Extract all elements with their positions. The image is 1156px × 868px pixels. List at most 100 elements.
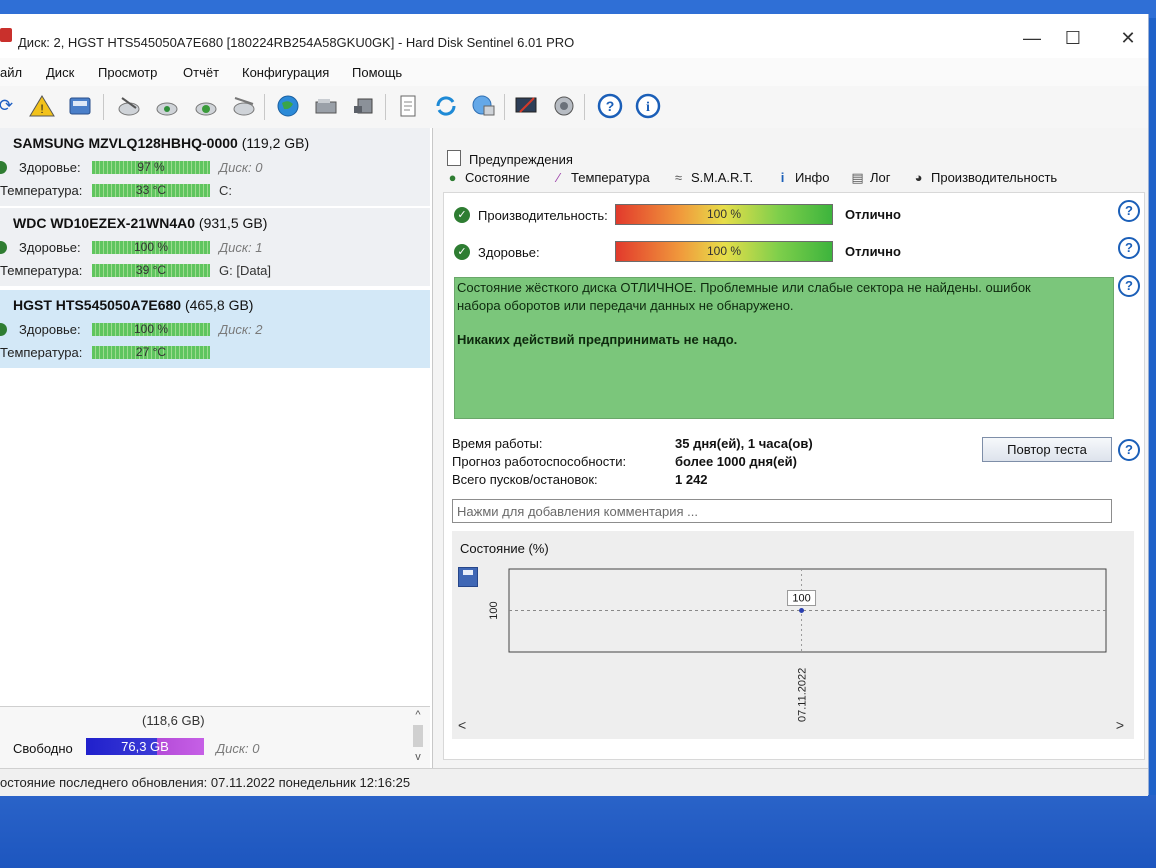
health-ok-icon xyxy=(0,241,7,254)
comment-input[interactable] xyxy=(452,499,1112,523)
chart-plot-area xyxy=(508,568,1107,653)
menu-help[interactable]: Помощь xyxy=(352,65,402,80)
status-message-line1: Состояние жёсткого диска ОТЛИЧНОЕ. Пробл… xyxy=(457,280,1031,295)
tab-info[interactable]: i Инфо xyxy=(775,170,830,185)
tabs-bar: ● Состояние ∕ Температура ≈ S.M.A.R.T. i Инф… xyxy=(445,170,1145,192)
sync-icon[interactable] xyxy=(432,92,460,120)
disk-card-hgst-selected[interactable]: HGST HTS545050A7E680 (465,8 GB) Здоровье… xyxy=(0,290,430,368)
health-label: Здоровье: xyxy=(478,245,540,260)
start-stop-label: Всего пусков/остановок: xyxy=(452,472,598,487)
help-icon[interactable]: ? xyxy=(596,92,624,120)
tab-warnings[interactable]: Предупреждения xyxy=(447,150,573,167)
network-icon[interactable] xyxy=(469,92,497,120)
status-chart: Состояние (%) 100 100 07.11.2022 < > xyxy=(452,531,1134,739)
config-icon[interactable] xyxy=(513,92,541,120)
chart-data-label: 100 xyxy=(792,593,810,605)
health-bar: 100 % xyxy=(92,323,210,336)
scroll-thumb[interactable] xyxy=(413,725,423,747)
health-label: Здоровье: xyxy=(19,322,81,337)
disk-name: HGST HTS545050A7E680 (465,8 GB) xyxy=(13,297,254,313)
scroll-down-icon[interactable]: v xyxy=(410,751,426,763)
drive-2-icon[interactable] xyxy=(350,92,378,120)
scroll-up-icon[interactable]: ^ xyxy=(410,709,426,721)
help-icon[interactable]: ? xyxy=(1118,439,1140,461)
temperature-bar: 33 °C xyxy=(92,184,210,197)
tab-performance[interactable]: ◕ Производительность xyxy=(911,170,1058,185)
drive-icon[interactable] xyxy=(312,92,340,120)
window-title: Диск: 2, HGST HTS545050A7E680 [180224RB2… xyxy=(18,35,575,50)
disk-card-wdc[interactable]: WDC WD10EZEX-21WN4A0 (931,5 GB) Здоровье… xyxy=(0,208,430,286)
tab-temperature[interactable]: ∕ Температура xyxy=(551,170,649,185)
last-update-status: остояние последнего обновления: 07.11.20… xyxy=(0,775,411,790)
report-icon[interactable] xyxy=(394,92,422,120)
chart-plot: 100 100 07.11.2022 xyxy=(488,568,1107,722)
globe-icon[interactable] xyxy=(274,92,302,120)
gauge-icon: ◕ xyxy=(914,170,923,185)
status-message-line2: набора оборотов или передачи данных не о… xyxy=(457,298,794,313)
chart-scroll-left-icon[interactable]: < xyxy=(458,717,466,733)
maximize-button[interactable]: ☐ xyxy=(1053,24,1093,52)
details-panel: Предупреждения ● Состояние ∕ Температура ≈… xyxy=(433,128,1148,768)
menu-bar: айл Диск Просмотр Отчёт Конфигурация Пом… xyxy=(0,58,1148,86)
temperature-label: Температура: xyxy=(0,183,83,198)
help-icon[interactable]: ? xyxy=(1118,237,1140,259)
disk-test-2-icon[interactable] xyxy=(153,92,181,120)
disk-card-samsung[interactable]: SAMSUNG MZVLQ128HBHQ-0000 (119,2 GB) Здо… xyxy=(0,128,430,206)
close-button[interactable]: ✕ xyxy=(1108,24,1148,52)
disk-number: Диск: 1 xyxy=(219,240,263,255)
health-bar: 97 % xyxy=(92,161,210,174)
performance-ok-icon: ✓ xyxy=(454,207,470,223)
menu-view[interactable]: Просмотр xyxy=(98,65,157,80)
sound-icon[interactable] xyxy=(550,92,578,120)
toolbar-separator xyxy=(504,94,505,120)
chart-y-tick-label: 100 xyxy=(488,601,500,619)
title-bar: Диск: 2, HGST HTS545050A7E680 [180224RB2… xyxy=(0,14,1148,58)
tab-smart[interactable]: ≈ S.M.A.R.T. xyxy=(671,170,753,185)
disk-icon[interactable] xyxy=(66,92,94,120)
status-bar: остояние последнего обновления: 07.11.20… xyxy=(0,768,1148,796)
refresh-icon[interactable]: ⟳ xyxy=(0,92,20,120)
volume-scrollbar[interactable]: ^ v xyxy=(410,709,426,767)
disk-test-1-icon[interactable] xyxy=(115,92,143,120)
toolbar-separator xyxy=(103,94,104,120)
document-icon xyxy=(447,150,461,166)
check-icon: ● xyxy=(448,170,457,185)
temperature-bar: 27 °C xyxy=(92,346,210,359)
forecast-value: более 1000 дня(ей) xyxy=(675,454,797,469)
health-bar: 100 % xyxy=(615,241,833,262)
health-ok-icon xyxy=(0,323,7,336)
help-icon[interactable]: ? xyxy=(1118,275,1140,297)
temperature-label: Температура: xyxy=(0,263,83,278)
tab-status[interactable]: ● Состояние xyxy=(445,170,530,185)
health-ok-icon xyxy=(0,161,7,174)
performance-bar: 100 % xyxy=(615,204,833,225)
free-space-label: Свободно xyxy=(13,741,73,756)
info-icon[interactable]: i xyxy=(634,92,662,120)
chart-data-point xyxy=(799,608,805,613)
health-label: Здоровье: xyxy=(19,240,81,255)
toolbar: ⟳ ! ? i xyxy=(0,86,1148,129)
toolbar-separator xyxy=(584,94,585,120)
uptime-label: Время работы: xyxy=(452,436,543,451)
health-bar: 100 % xyxy=(92,241,210,254)
chart-scroll-right-icon[interactable]: > xyxy=(1116,717,1124,733)
disk-test-3-icon[interactable] xyxy=(192,92,220,120)
warning-icon[interactable]: ! xyxy=(28,92,56,120)
minimize-button[interactable]: — xyxy=(1012,24,1052,52)
disk-test-4-icon[interactable] xyxy=(230,92,258,120)
status-action: Никаких действий предпринимать не надо. xyxy=(457,332,738,347)
menu-report[interactable]: Отчёт xyxy=(183,65,219,80)
temperature-bar: 39 °C xyxy=(92,264,210,277)
help-icon[interactable]: ? xyxy=(1118,200,1140,222)
start-stop-value: 1 242 xyxy=(675,472,708,487)
repeat-test-button[interactable]: Повтор теста xyxy=(982,437,1112,462)
health-ok-icon: ✓ xyxy=(454,244,470,260)
menu-disk[interactable]: Диск xyxy=(46,65,74,80)
menu-file[interactable]: айл xyxy=(0,65,22,80)
performance-label: Производительность: xyxy=(478,208,608,223)
chart-scrollbar[interactable]: < > xyxy=(452,717,1134,745)
tab-log[interactable]: ▤ Лог xyxy=(850,170,890,186)
menu-configuration[interactable]: Конфигурация xyxy=(242,65,329,80)
disk-list-panel: SAMSUNG MZVLQ128HBHQ-0000 (119,2 GB) Здо… xyxy=(0,128,433,769)
volume-label: G: [Data] xyxy=(219,263,272,278)
